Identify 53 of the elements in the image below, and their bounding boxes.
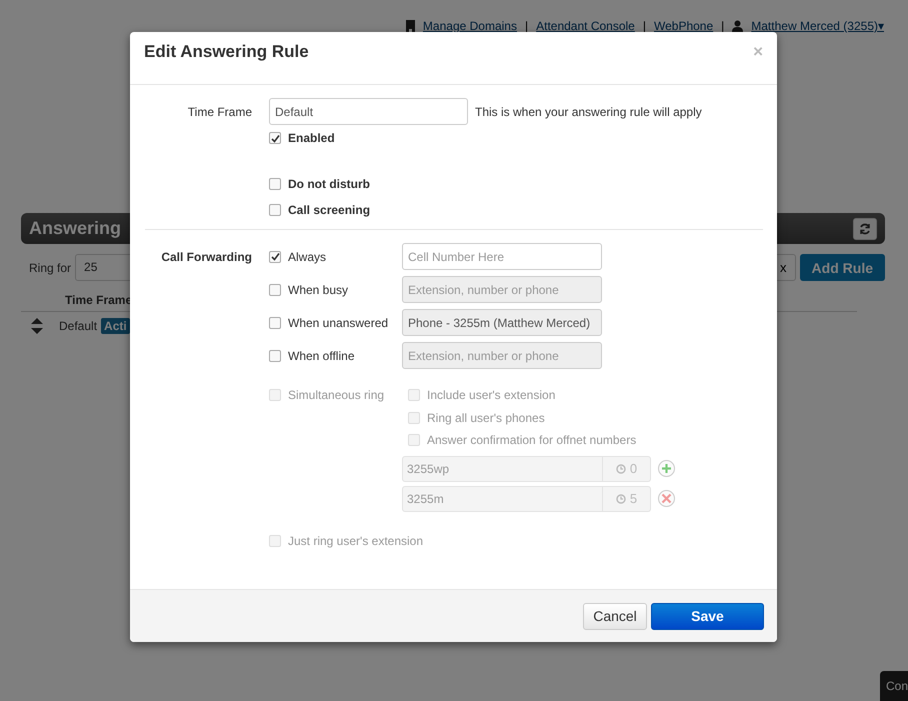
option-label: When unanswered [288, 316, 388, 330]
user-icon [732, 20, 744, 32]
option-label: Do not disturb [288, 177, 370, 191]
remove-button[interactable] [658, 490, 675, 507]
header-link[interactable]: WebPhone [654, 19, 714, 33]
separator: | [721, 19, 724, 33]
sort-icon[interactable] [31, 318, 43, 334]
time-frame-field[interactable]: Default [269, 98, 468, 125]
dialog-title: Edit Answering Rule [144, 42, 309, 62]
option-label: Enabled [288, 131, 335, 145]
option-label: Call screening [288, 203, 370, 217]
refresh-button[interactable] [853, 218, 877, 240]
option-label: When busy [288, 282, 348, 296]
delay-value: 5 [630, 491, 638, 506]
option-label: Just ring user's extension [288, 534, 424, 548]
building-icon [406, 20, 415, 32]
add-button[interactable] [658, 460, 675, 477]
forward-number-field[interactable]: Cell Number Here [402, 243, 602, 270]
clock-icon [616, 494, 626, 504]
option-label: Always [288, 250, 326, 264]
option-label: Simultaneous ring [288, 388, 384, 402]
option-label: Answer confirmation for offnet numbers [427, 433, 636, 448]
checkbox[interactable] [269, 132, 281, 144]
panel-title: Answering [29, 218, 122, 239]
checkbox[interactable] [269, 250, 281, 262]
separator: | [642, 19, 646, 33]
cross-icon [661, 493, 672, 504]
checkbox[interactable] [269, 204, 281, 216]
checkbox[interactable] [269, 316, 281, 328]
option-label: When offline [288, 348, 354, 362]
add-rule-button[interactable]: Add Rule [800, 254, 885, 281]
option-label: Include user's extension [427, 388, 556, 402]
delay-value: 0 [630, 461, 638, 476]
separator: | [524, 19, 528, 33]
status-badge: Acti [101, 318, 130, 334]
chat-tab[interactable]: Con [880, 671, 908, 701]
refresh-icon [859, 222, 871, 234]
user-menu[interactable]: Matthew Merced (3255)▾ [751, 19, 884, 33]
clock-icon [616, 464, 626, 474]
checkbox[interactable] [269, 178, 281, 190]
hint-text: This is when your answering rule will apply [475, 104, 702, 118]
header-link[interactable]: Attendant Console [536, 19, 635, 33]
checkbox[interactable] [269, 350, 281, 362]
save-button[interactable]: Save [651, 602, 764, 630]
header-link[interactable]: Manage Domains [422, 19, 517, 33]
ring-for-label: Ring for [29, 260, 72, 274]
checkbox[interactable] [269, 284, 281, 296]
option-label: Ring all user's phones [427, 410, 545, 425]
table-cell: Default [59, 319, 98, 333]
plus-icon [661, 463, 672, 474]
field-label: Time Frame [186, 104, 252, 118]
section-label: Call Forwarding [160, 250, 252, 264]
cancel-button[interactable]: Cancel [583, 602, 647, 630]
